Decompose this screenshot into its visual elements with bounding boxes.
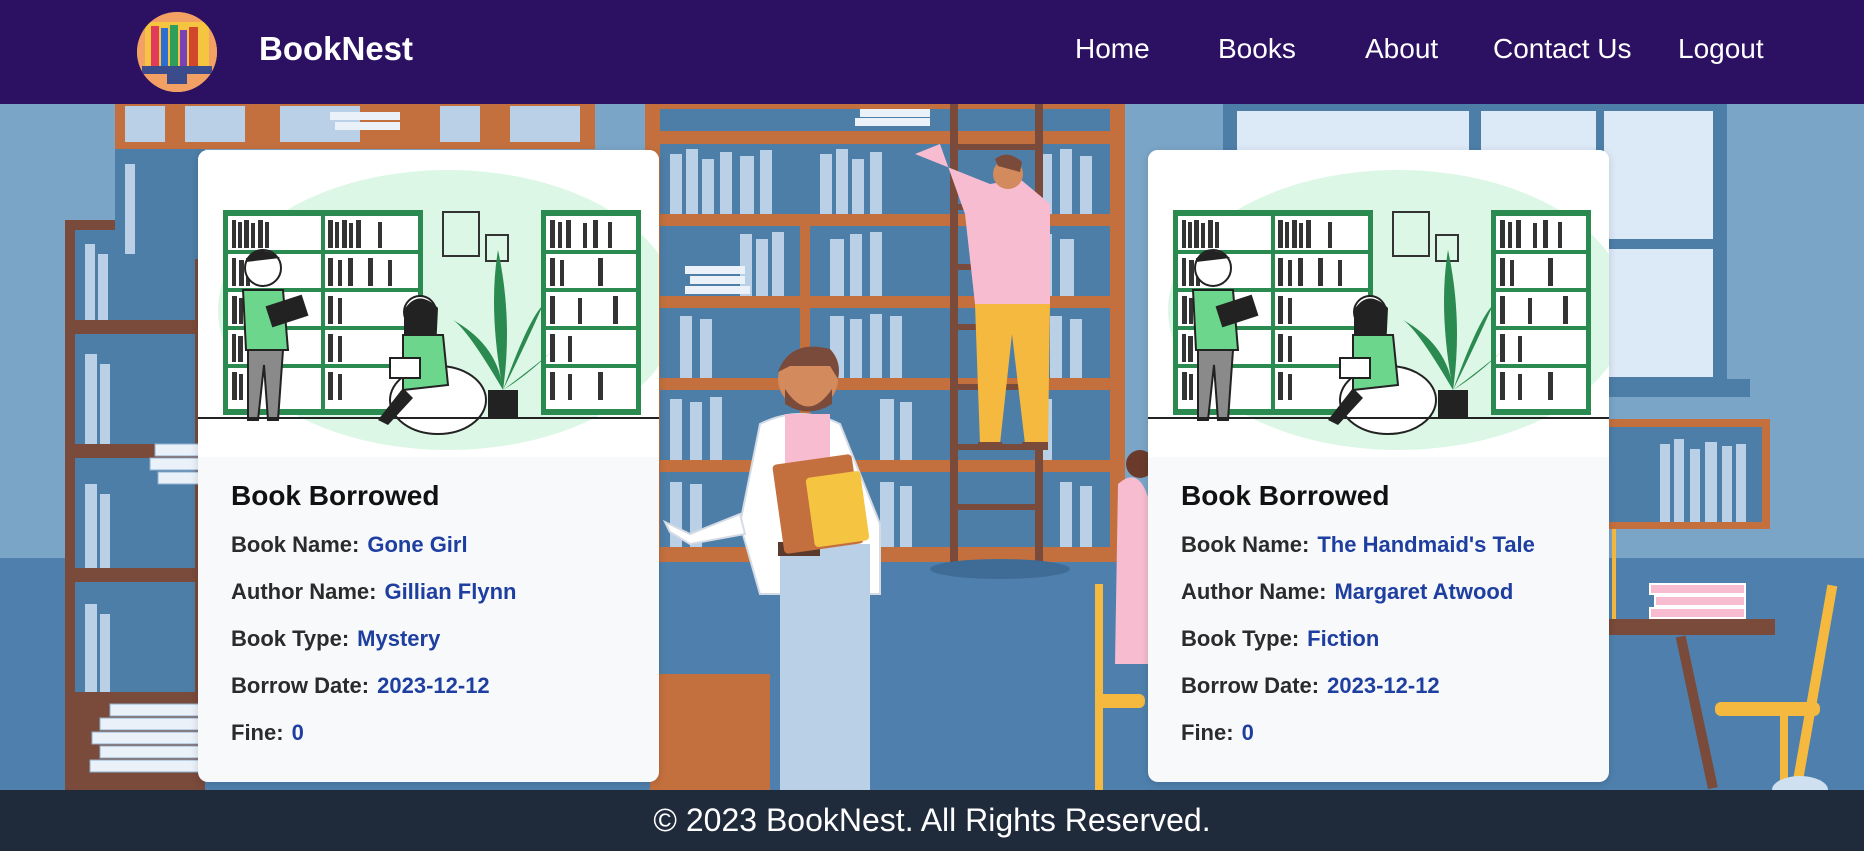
nav-logout-link[interactable]: Logout bbox=[1678, 33, 1764, 65]
borrowed-book-card: Book Borrowed Book Name: The Handmaid's T… bbox=[1148, 150, 1609, 782]
nav-about-link[interactable]: About bbox=[1365, 33, 1438, 65]
fine-row: Fine: 0 bbox=[231, 720, 639, 746]
navbar: BookNest Home Books About Contact Us Log… bbox=[0, 0, 1864, 104]
book-name-row: Book Name: The Handmaid's Tale bbox=[1181, 532, 1589, 558]
book-type-value: Fiction bbox=[1307, 626, 1380, 651]
book-type-row: Book Type: Fiction bbox=[1181, 626, 1589, 652]
borrow-date-row: Borrow Date: 2023-12-12 bbox=[1181, 673, 1589, 699]
borrow-date-row: Borrow Date: 2023-12-12 bbox=[231, 673, 639, 699]
brand-name[interactable]: BookNest bbox=[259, 30, 413, 68]
footer: © 2023 BookNest. All Rights Reserved. bbox=[0, 790, 1864, 851]
author-name-label: Author Name: bbox=[231, 579, 377, 604]
booknest-logo-icon[interactable] bbox=[137, 12, 217, 92]
fine-value: 0 bbox=[291, 720, 304, 745]
book-type-value: Mystery bbox=[357, 626, 441, 651]
nav-contact-link[interactable]: Contact Us bbox=[1493, 33, 1632, 65]
library-reading-illustration bbox=[198, 150, 659, 457]
borrow-date-value: 2023-12-12 bbox=[377, 673, 490, 698]
fine-row: Fine: 0 bbox=[1181, 720, 1589, 746]
nav-home-link[interactable]: Home bbox=[1075, 33, 1150, 65]
fine-label: Fine: bbox=[231, 720, 284, 745]
library-reading-illustration bbox=[1148, 150, 1609, 457]
book-name-row: Book Name: Gone Girl bbox=[231, 532, 639, 558]
card-title: Book Borrowed bbox=[231, 480, 440, 511]
author-name-value: Margaret Atwood bbox=[1334, 579, 1514, 604]
book-name-value: Gone Girl bbox=[367, 532, 468, 557]
fine-value: 0 bbox=[1241, 720, 1254, 745]
borrowed-book-card: Book Borrowed Book Name: Gone Girl Author… bbox=[198, 150, 659, 782]
author-name-row: Author Name: Gillian Flynn bbox=[231, 579, 639, 605]
book-name-label: Book Name: bbox=[231, 532, 360, 557]
fine-label: Fine: bbox=[1181, 720, 1234, 745]
book-type-row: Book Type: Mystery bbox=[231, 626, 639, 652]
card-body: Book Borrowed Book Name: The Handmaid's T… bbox=[1181, 480, 1589, 767]
book-name-label: Book Name: bbox=[1181, 532, 1310, 557]
author-name-value: Gillian Flynn bbox=[384, 579, 517, 604]
borrow-date-value: 2023-12-12 bbox=[1327, 673, 1440, 698]
book-name-value: The Handmaid's Tale bbox=[1317, 532, 1535, 557]
card-body: Book Borrowed Book Name: Gone Girl Author… bbox=[231, 480, 639, 767]
book-type-label: Book Type: bbox=[1181, 626, 1300, 651]
card-title: Book Borrowed bbox=[1181, 480, 1390, 511]
book-type-label: Book Type: bbox=[231, 626, 350, 651]
author-name-label: Author Name: bbox=[1181, 579, 1327, 604]
footer-copyright: © 2023 BookNest. All Rights Reserved. bbox=[653, 802, 1211, 838]
borrow-date-label: Borrow Date: bbox=[1181, 673, 1320, 698]
nav-books-link[interactable]: Books bbox=[1218, 33, 1296, 65]
author-name-row: Author Name: Margaret Atwood bbox=[1181, 579, 1589, 605]
borrow-date-label: Borrow Date: bbox=[231, 673, 370, 698]
